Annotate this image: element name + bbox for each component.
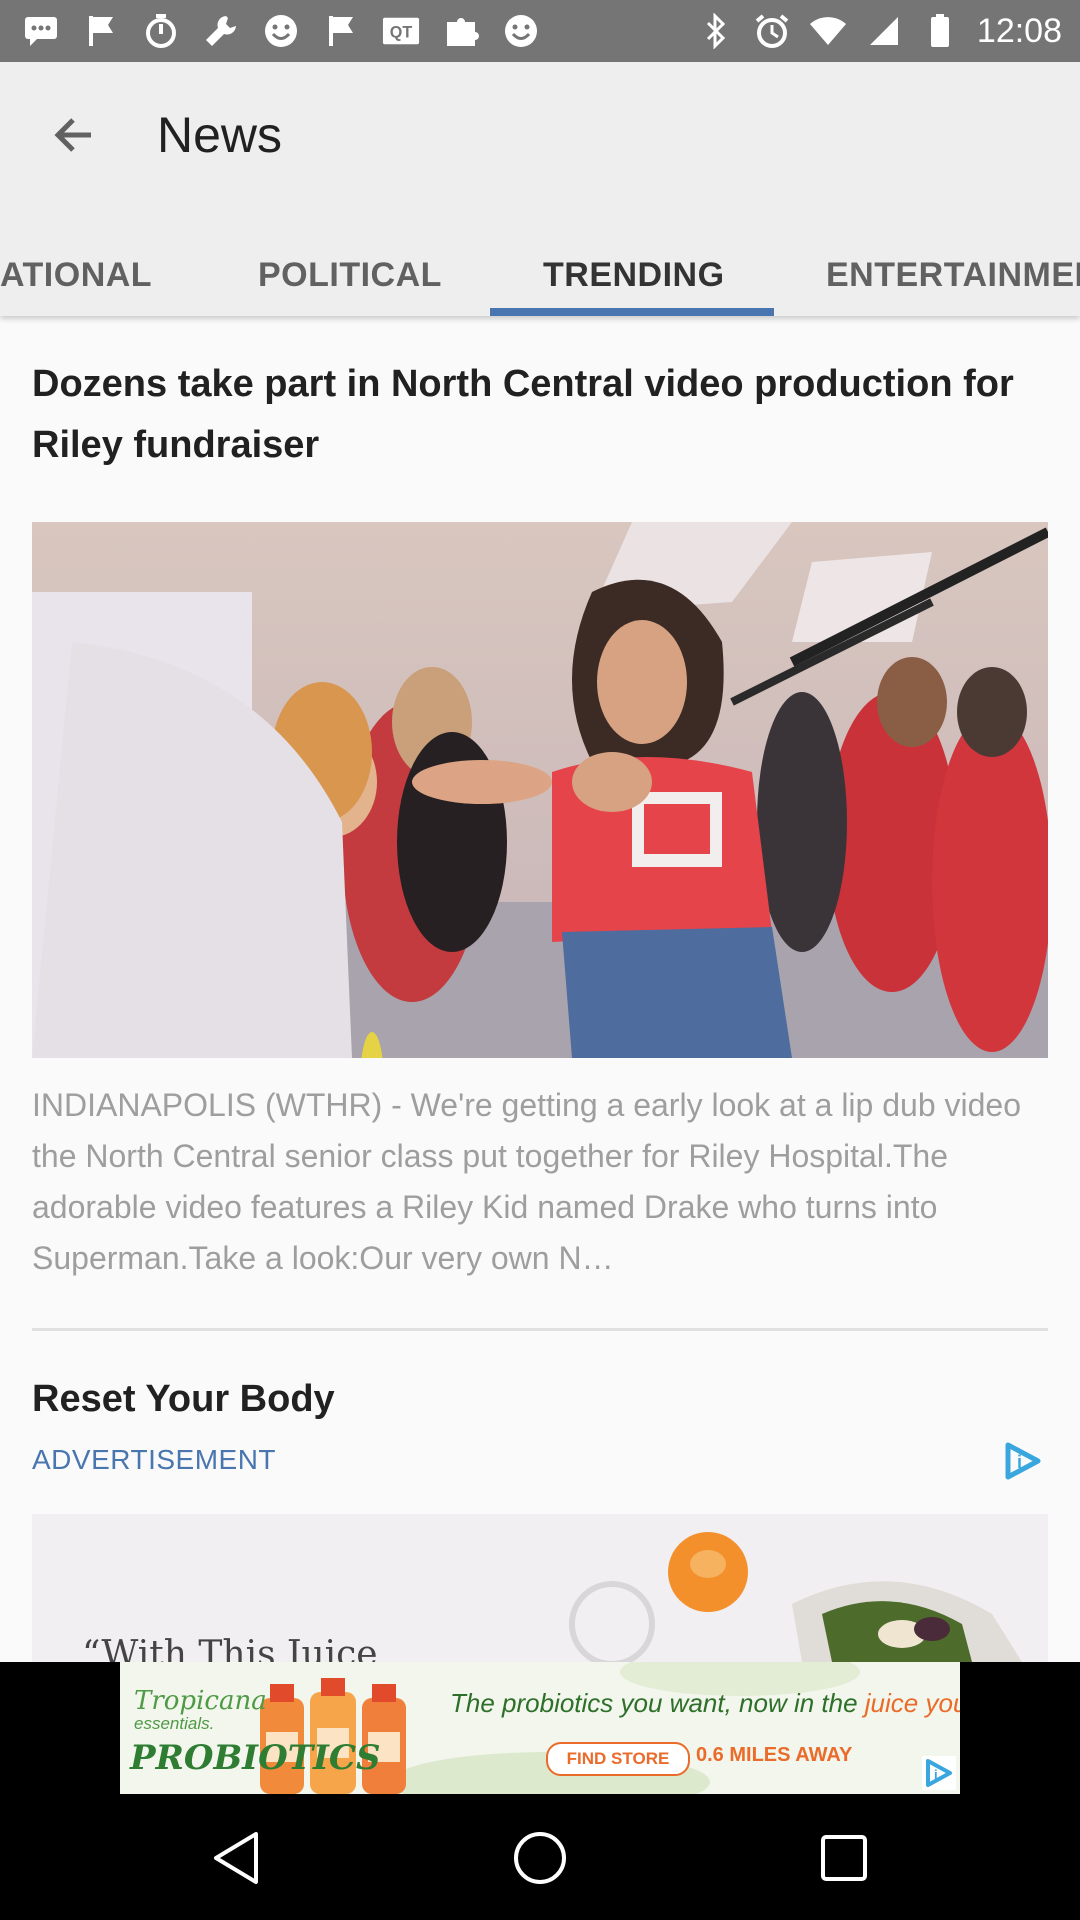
article-image[interactable]	[32, 522, 1048, 1058]
wrench-icon	[202, 12, 240, 50]
message-icon	[22, 12, 60, 50]
svg-text:i: i	[934, 1767, 938, 1782]
signal-icon	[865, 12, 903, 50]
banner-headline-highlight: juice you love	[864, 1688, 960, 1718]
banner-distance: 0.6 MILES AWAY	[696, 1744, 853, 1766]
nav-back-button[interactable]	[196, 1818, 276, 1898]
back-icon	[214, 1832, 258, 1884]
banner-brand-sub: essentials.	[134, 1714, 215, 1733]
flag-icon	[322, 12, 360, 50]
notification-icons: QT	[22, 0, 540, 62]
alarm-icon	[753, 12, 791, 50]
wifi-icon	[809, 12, 847, 50]
screen: QT 12:08 News ATIONAL POLITICAL TRENDING…	[0, 0, 1080, 1920]
app-bar: News ATIONAL POLITICAL TRENDING ENTERTAI…	[0, 62, 1080, 316]
banner-ad-area: Tropicana essentials. PROBIOTICS The pro…	[0, 1662, 1080, 1796]
flag-icon	[82, 12, 120, 50]
bluetooth-icon	[697, 12, 735, 50]
category-tabs: ATIONAL POLITICAL TRENDING ENTERTAINMEN	[0, 234, 1080, 316]
svg-text:i: i	[1017, 1452, 1022, 1472]
arrow-left-icon	[54, 118, 91, 152]
back-button[interactable]	[40, 102, 106, 168]
banner-brand: Tropicana	[134, 1686, 267, 1716]
adchoices-icon[interactable]: i	[1004, 1442, 1044, 1480]
smiley-icon	[262, 12, 300, 50]
sponsored-title[interactable]: Reset Your Body	[32, 1378, 335, 1421]
page-title: News	[157, 107, 283, 163]
advertisement-label: ADVERTISEMENT	[32, 1444, 277, 1475]
svg-text:“With This Juice: “With This Juice	[82, 1634, 378, 1662]
active-tab-indicator	[490, 308, 774, 316]
navigation-bar	[0, 1796, 1080, 1920]
recents-icon	[821, 1835, 867, 1881]
tab-political[interactable]: POLITICAL	[258, 234, 442, 316]
banner-brand-product: PROBIOTICS	[130, 1738, 381, 1778]
banner-headline: The probiotics you want, now in the juic…	[450, 1688, 960, 1719]
tab-trending[interactable]: TRENDING	[543, 234, 725, 316]
puzzle-icon	[442, 12, 480, 50]
tab-entertainment[interactable]: ENTERTAINMEN	[826, 234, 1080, 316]
divider	[32, 1328, 1048, 1331]
banner-adchoices-icon[interactable]: i	[922, 1756, 956, 1790]
find-store-button[interactable]: FIND STORE	[546, 1742, 690, 1776]
timer-icon	[142, 12, 180, 50]
banner-ad[interactable]: Tropicana essentials. PROBIOTICS The pro…	[120, 1662, 960, 1794]
battery-icon	[921, 12, 959, 50]
sponsored-image[interactable]: “With This Juice	[32, 1514, 1048, 1662]
qr-icon: QT	[382, 12, 420, 50]
news-feed[interactable]: Dozens take part in North Central video …	[0, 316, 1080, 1662]
system-status-icons: 12:08	[697, 0, 1062, 62]
article-headline[interactable]: Dozens take part in North Central video …	[32, 354, 1042, 476]
nav-home-button[interactable]	[500, 1818, 580, 1898]
status-time: 12:08	[976, 11, 1062, 50]
banner-headline-text: The probiotics you want, now in the	[450, 1688, 865, 1718]
tab-national[interactable]: ATIONAL	[0, 234, 152, 316]
status-bar: QT 12:08	[0, 0, 1080, 62]
smiley-icon	[502, 12, 540, 50]
home-icon	[514, 1832, 566, 1884]
article-summary: INDIANAPOLIS (WTHR) - We're getting a ea…	[32, 1087, 1021, 1276]
svg-text:QT: QT	[390, 24, 413, 42]
nav-recents-button[interactable]	[804, 1818, 884, 1898]
